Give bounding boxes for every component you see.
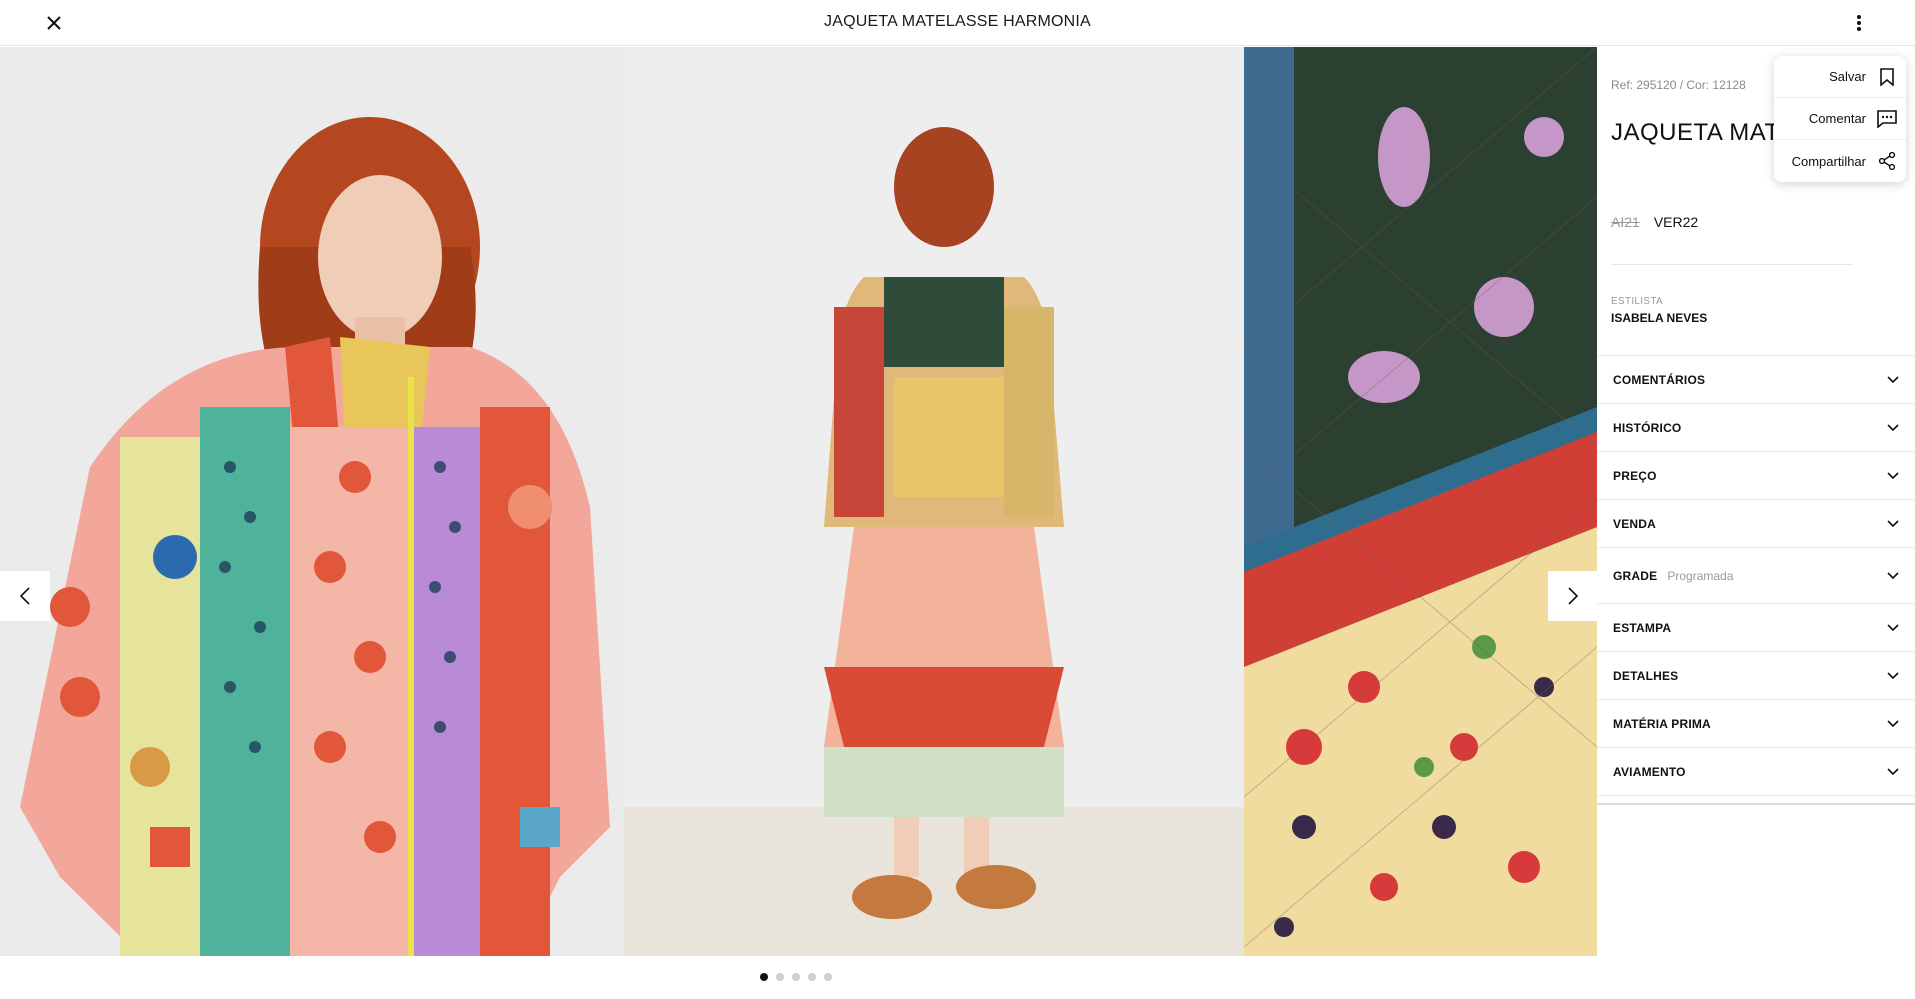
chevron-down-icon [1885, 468, 1901, 484]
accordion-label: GRADE [1613, 568, 1658, 583]
menu-label: Salvar [1829, 69, 1866, 84]
product-title: JAQUETA MATELASSE HARMONIA [1611, 119, 1781, 146]
divider [1611, 264, 1853, 265]
share-icon [1876, 150, 1898, 172]
accordion-estampa[interactable]: ESTAMPA [1597, 604, 1915, 652]
accordion-label: ESTAMPA [1613, 620, 1672, 635]
season-tags: AI21 VER22 [1611, 214, 1698, 230]
product-reference: Ref: 295120 / Cor: 12128 [1611, 78, 1746, 92]
menu-label: Comentar [1808, 111, 1866, 126]
previous-image-button[interactable] [0, 571, 50, 621]
fabric-closeup-photo [1244, 47, 1597, 956]
accordion-preco[interactable]: PREÇO [1597, 452, 1915, 500]
accordion-historico[interactable]: HISTÓRICO [1597, 404, 1915, 452]
accordion-label: COMENTÁRIOS [1613, 372, 1706, 387]
menu-item-comentar[interactable]: Comentar [1774, 98, 1906, 140]
details-accordion: COMENTÁRIOS HISTÓRICO PREÇO VENDA GRADE … [1597, 355, 1915, 796]
accordion-label: AVIAMENTO [1613, 764, 1686, 779]
accordion-grade[interactable]: GRADE Programada [1597, 548, 1915, 604]
chevron-down-icon [1885, 716, 1901, 732]
pagination-dot-4[interactable] [808, 973, 816, 981]
chevron-down-icon [1885, 568, 1901, 584]
bookmark-icon [1876, 66, 1898, 88]
accordion-sublabel: Programada [1667, 568, 1734, 583]
model-front-photo [0, 47, 624, 956]
chevron-right-icon [1568, 587, 1579, 605]
stylist-name: ISABELA NEVES [1611, 311, 1708, 325]
chevron-down-icon [1885, 620, 1901, 636]
accordion-label: MATÉRIA PRIMA [1613, 716, 1711, 731]
accordion-label: VENDA [1613, 516, 1657, 531]
chevron-down-icon [1885, 764, 1901, 780]
chevron-down-icon [1885, 516, 1901, 532]
stylist-label: ESTILISTA [1611, 296, 1663, 307]
accordion-aviamento[interactable]: AVIAMENTO [1597, 748, 1915, 796]
comment-icon [1876, 108, 1898, 130]
chevron-down-icon [1885, 668, 1901, 684]
panel-bottom-border [1597, 803, 1915, 805]
pagination-dot-5[interactable] [824, 973, 832, 981]
model-back-photo [624, 47, 1244, 956]
page-title: JAQUETA MATELASSE HARMONIA [824, 13, 1091, 30]
accordion-materia-prima[interactable]: MATÉRIA PRIMA [1597, 700, 1915, 748]
more-options-button[interactable] [1847, 11, 1871, 35]
gallery-pagination [760, 973, 832, 981]
accordion-label: DETALHES [1613, 668, 1679, 683]
menu-item-compartilhar[interactable]: Compartilhar [1774, 140, 1906, 182]
chevron-down-icon [1885, 420, 1901, 436]
pagination-dot-2[interactable] [776, 973, 784, 981]
more-vertical-icon [1857, 15, 1861, 31]
top-bar: JAQUETA MATELASSE HARMONIA [0, 0, 1915, 46]
image-gallery [0, 47, 1597, 956]
season-previous: AI21 [1611, 214, 1640, 230]
menu-label: Compartilhar [1791, 153, 1866, 169]
options-menu: Salvar Comentar Compartilhar [1774, 56, 1906, 182]
next-image-button[interactable] [1548, 571, 1597, 621]
accordion-comentarios[interactable]: COMENTÁRIOS [1597, 356, 1915, 404]
pagination-dot-3[interactable] [792, 973, 800, 981]
chevron-down-icon [1885, 372, 1901, 388]
accordion-label: HISTÓRICO [1613, 420, 1682, 435]
chevron-left-icon [19, 587, 30, 605]
menu-item-salvar[interactable]: Salvar [1774, 56, 1906, 98]
accordion-detalhes[interactable]: DETALHES [1597, 652, 1915, 700]
pagination-dot-1[interactable] [760, 973, 768, 981]
season-current: VER22 [1653, 214, 1699, 230]
accordion-label: PREÇO [1613, 468, 1657, 483]
accordion-venda[interactable]: VENDA [1597, 500, 1915, 548]
